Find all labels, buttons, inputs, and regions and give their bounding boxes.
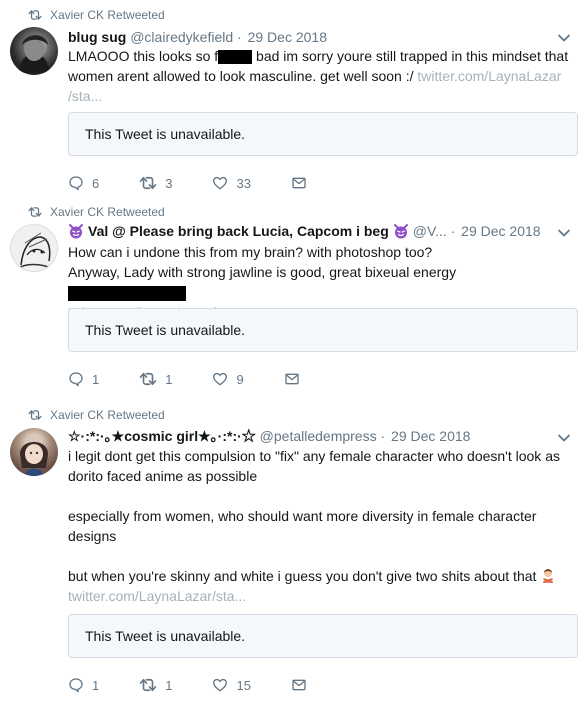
dm-icon (291, 175, 307, 191)
retweet-icon (139, 677, 157, 693)
user-handle[interactable]: @clairedykefield (130, 29, 233, 45)
chevron-down-icon[interactable] (556, 430, 572, 446)
tweet-link[interactable]: twitter.com/LaynaLazar (417, 68, 561, 84)
retweeted-by-label: Xavier CK Retweeted (50, 205, 165, 219)
direct-message-button[interactable] (291, 677, 315, 693)
retweet-icon (28, 9, 42, 21)
retweet-icon (28, 206, 42, 218)
person-gesturing-no-emoji-icon (543, 569, 554, 583)
chevron-down-icon[interactable] (556, 225, 572, 241)
reply-count: 1 (92, 677, 100, 693)
retweet-button[interactable]: 1 (139, 677, 172, 693)
display-name[interactable]: blug sug (68, 29, 126, 45)
retweet-button[interactable]: 3 (139, 175, 172, 191)
devil-emoji-icon (393, 223, 409, 239)
tweet-link[interactable]: twitter.com/LaynaLazar/sta... (68, 588, 246, 604)
like-icon (212, 371, 228, 387)
retweeted-by-line: Xavier CK Retweeted (28, 7, 165, 23)
retweet-icon (28, 409, 42, 421)
tweet-3[interactable]: Xavier CK Retweeted ☆·:*:·｡★cosmic girl★… (0, 404, 584, 708)
like-button[interactable]: 9 (212, 371, 244, 387)
dm-icon (284, 371, 300, 387)
reply-icon (68, 677, 84, 693)
like-count: 15 (236, 677, 251, 693)
avatar-image (20, 442, 48, 476)
retweet-icon (139, 371, 157, 387)
quote-text: This Tweet is unavailable. (85, 322, 246, 338)
tweet-link-continued[interactable]: /sta... (68, 88, 102, 104)
retweet-count: 3 (165, 175, 173, 191)
tweet-date[interactable]: 29 Dec 2018 (248, 29, 327, 45)
tweet-2[interactable]: Xavier CK Retweeted Val @ Please bring b… (0, 198, 584, 404)
quoted-tweet-unavailable[interactable]: This Tweet is unavailable. (68, 614, 578, 658)
tweet-actions: 1 1 15 (68, 675, 355, 695)
like-count: 33 (236, 175, 251, 191)
like-button[interactable]: 15 (212, 677, 251, 693)
reply-icon (68, 175, 84, 191)
avatar-image (16, 232, 54, 270)
reply-button[interactable]: 1 (68, 371, 99, 387)
user-handle[interactable]: @petalledempress (260, 428, 377, 444)
tweet-text: i legit dont get this compulsion to "fix… (68, 448, 560, 604)
display-name[interactable]: Val @ Please bring back Lucia, Capcom i … (88, 223, 389, 239)
reply-button[interactable]: 1 (68, 677, 99, 693)
user-handle[interactable]: @V... (413, 223, 447, 239)
tweet-actions: 6 3 33 (68, 173, 355, 193)
avatar[interactable] (10, 27, 58, 75)
reply-count: 1 (92, 371, 100, 387)
tweet-header: ☆·:*:·｡★cosmic girl★｡·:*:·☆ @petalledemp… (68, 426, 471, 446)
direct-message-button[interactable] (284, 371, 308, 387)
redaction-bar (68, 285, 186, 301)
tweet-1[interactable]: Xavier CK Retweeted blug sug @clairedyke… (0, 0, 584, 198)
tweet-date[interactable]: 29 Dec 2018 (461, 223, 540, 239)
retweeted-by-line: Xavier CK Retweeted (28, 204, 165, 220)
tweet-header: Val @ Please bring back Lucia, Capcom i … (68, 221, 554, 241)
reply-count: 6 (92, 175, 100, 191)
direct-message-button[interactable] (291, 175, 315, 191)
tweet-header: blug sug @clairedykefield · 29 Dec 2018 (68, 29, 327, 45)
retweet-button[interactable]: 1 (139, 371, 172, 387)
reply-button[interactable]: 6 (68, 175, 99, 191)
retweeted-by-label: Xavier CK Retweeted (50, 8, 165, 22)
avatar-image (18, 35, 50, 73)
quoted-tweet-unavailable[interactable]: This Tweet is unavailable. (68, 112, 578, 156)
like-icon (212, 175, 228, 191)
avatar[interactable] (10, 428, 58, 476)
like-icon (212, 677, 228, 693)
tweet-actions: 1 1 9 (68, 369, 348, 389)
tweet-date[interactable]: 29 Dec 2018 (391, 428, 470, 444)
reply-icon (68, 371, 84, 387)
display-name[interactable]: ☆·:*:·｡★cosmic girl★｡·:*:·☆ (68, 426, 256, 446)
redaction-bar (218, 50, 253, 65)
retweet-count: 1 (165, 371, 173, 387)
retweeted-by-line: Xavier CK Retweeted (28, 407, 165, 423)
quoted-tweet-unavailable[interactable]: This Tweet is unavailable. (68, 308, 578, 352)
like-button[interactable]: 33 (212, 175, 251, 191)
quote-text: This Tweet is unavailable. (85, 628, 246, 644)
retweet-icon (139, 175, 157, 191)
avatar[interactable] (10, 224, 58, 272)
like-count: 9 (236, 371, 244, 387)
retweet-count: 1 (165, 677, 173, 693)
quote-text: This Tweet is unavailable. (85, 126, 246, 142)
tweet-text: LMAOOO this looks so f bad im sorry your… (68, 48, 569, 104)
devil-emoji-icon (68, 223, 84, 239)
retweeted-by-label: Xavier CK Retweeted (50, 408, 165, 422)
dm-icon (291, 677, 307, 693)
chevron-down-icon[interactable] (556, 30, 572, 46)
